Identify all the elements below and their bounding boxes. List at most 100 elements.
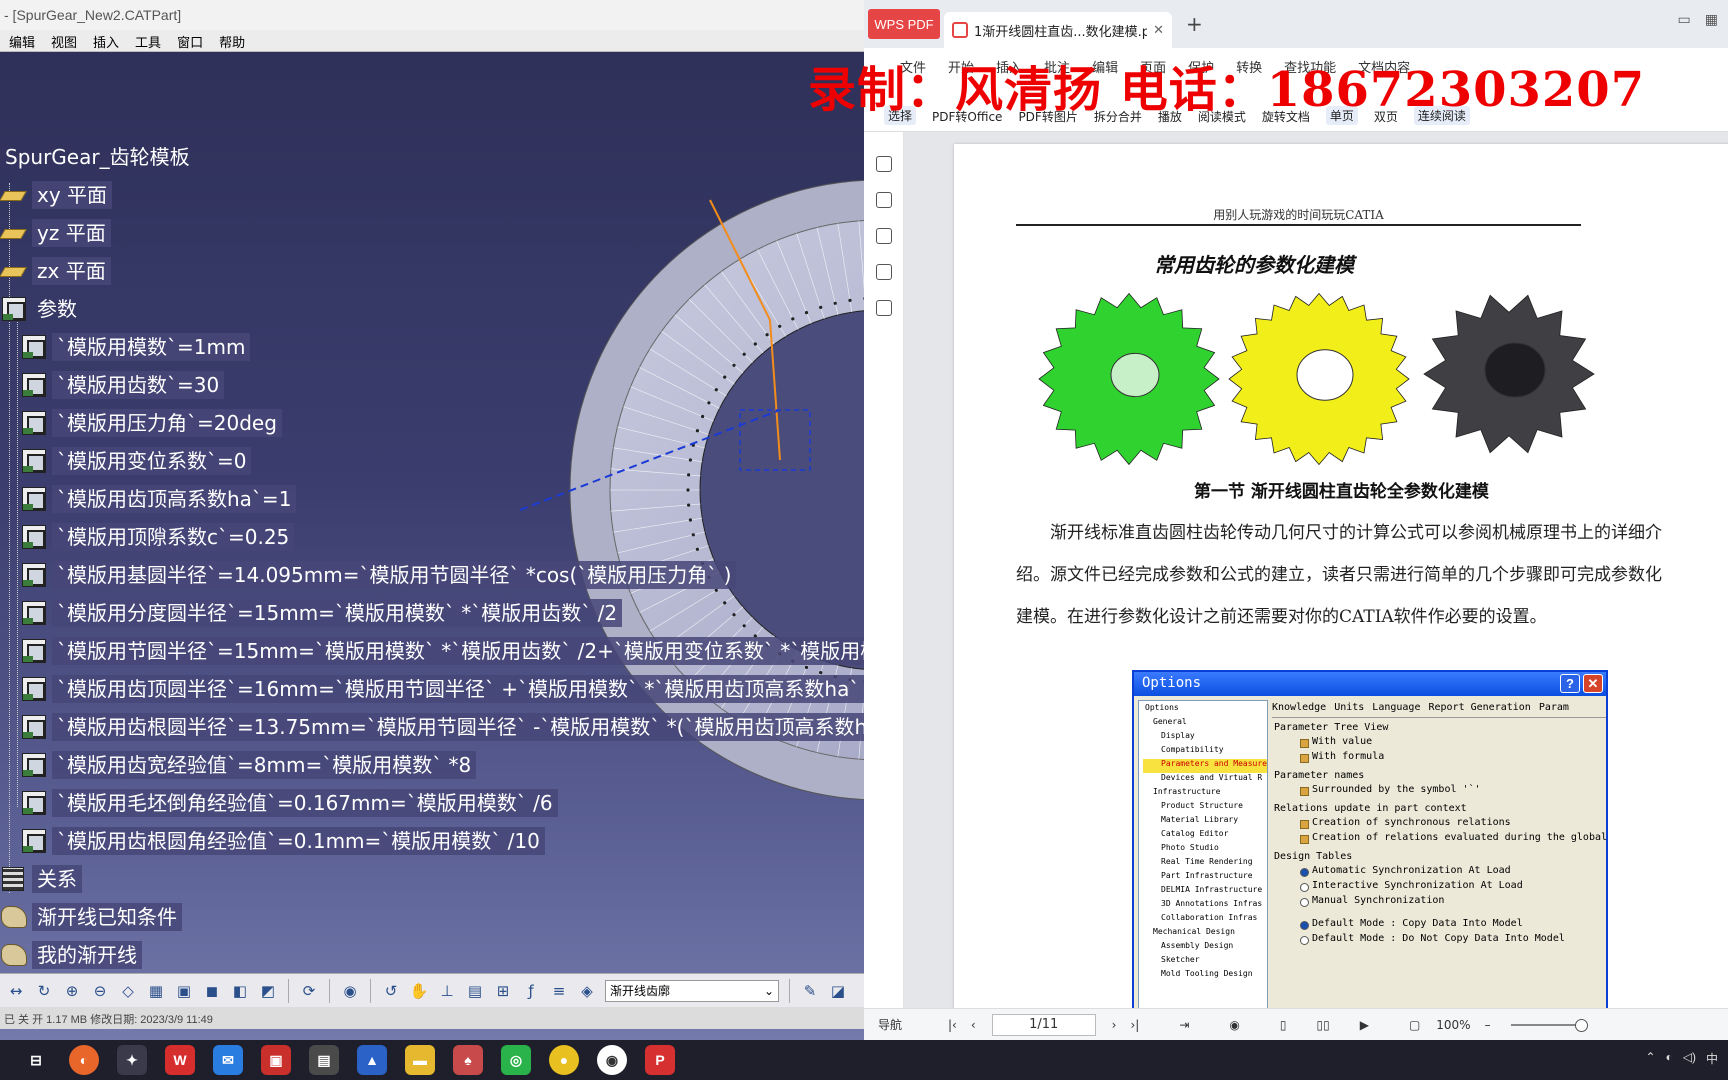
tree-root[interactable]: SpurGear_齿轮模板 [0,141,195,173]
nav-panel-button[interactable]: 导航 [878,1016,902,1033]
param-item[interactable]: `模版用顶隙系数c`=0.25 [20,521,295,553]
catia-icon[interactable]: ✦ [117,1045,147,1075]
tree-node-my-involute[interactable]: 我的渐开线 [0,939,142,971]
rotate-icon[interactable]: ↻ [33,980,55,1002]
mail-icon[interactable]: ✉ [213,1045,243,1075]
tree-node-involute-known[interactable]: 渐开线已知条件 [0,901,182,933]
document-tab[interactable]: 1渐开线圆柱直齿...数化建模.pdf ✕ [944,12,1172,48]
input-method-icon[interactable]: 中 [1706,1050,1718,1067]
tree-node-xy-plane[interactable]: xy 平面 [0,179,113,211]
record-app-icon[interactable]: ◉ [597,1045,627,1075]
normal-view-icon[interactable]: ◇ [117,980,139,1002]
next-page-icon[interactable]: › [1112,1018,1117,1032]
fly-mode-icon[interactable]: ↔ [5,980,27,1002]
red-app-icon[interactable]: ▣ [261,1045,291,1075]
param-item[interactable]: `模版用齿宽经验值`=8mm=`模版用模数` *8 [20,749,477,781]
param-item[interactable]: `模版用齿数`=30 [20,369,225,401]
wps-pdf-taskbar-icon[interactable]: P [645,1045,675,1075]
menu-help[interactable]: 帮助 [219,32,245,51]
grid-icon[interactable]: ▦ [1705,12,1718,28]
attachment-icon[interactable] [876,264,892,280]
design-table-icon[interactable]: ◈ [576,980,598,1002]
chat-app-icon[interactable]: ● [549,1045,579,1075]
options-tab: Knowledge [1272,702,1327,713]
wps-office-icon[interactable]: W [165,1045,195,1075]
zoom-in-icon[interactable]: ⊕ [61,980,83,1002]
chevron-up-icon[interactable]: ⌃ [1645,1050,1655,1067]
analysis-icon[interactable]: ◪ [827,980,849,1002]
last-page-icon[interactable]: ›| [1130,1018,1139,1032]
formula-icon[interactable]: ƒ [520,980,542,1002]
new-tab-button[interactable]: + [1186,12,1203,36]
camera-icon[interactable]: ◉ [339,980,361,1002]
list-icon[interactable]: ≡ [548,980,570,1002]
param-item[interactable]: `模版用基圆半径`=14.095mm=`模版用节圆半径` *cos(`模版用压力… [20,559,737,591]
param-item[interactable]: `模版用节圆半径`=15mm=`模版用模数` *`模版用齿数` /2+`模版用变… [20,635,864,667]
play-icon[interactable]: ▶ [1360,1018,1369,1032]
refresh-icon[interactable]: ↺ [380,980,402,1002]
signature-icon[interactable] [876,300,892,316]
menu-view[interactable]: 视图 [51,32,77,51]
param-item[interactable]: `模版用齿顶圆半径`=16mm=`模版用节圆半径` +`模版用模数` *`模版用… [20,673,864,705]
tree-node-parameters[interactable]: 参数 [0,293,82,325]
options-tree-item: Mold Tooling Design [1161,969,1253,978]
param-item[interactable]: `模版用毛坯倒角经验值`=0.167mm=`模版用模数` /6 [20,787,558,819]
layout-icon[interactable]: ▭ [1678,12,1691,28]
wechat-icon[interactable]: ◎ [501,1045,531,1075]
param-item[interactable]: `模版用变位系数`=0 [20,445,252,477]
zoom-slider[interactable] [1510,1018,1588,1032]
measure-icon[interactable]: ⊞ [492,980,514,1002]
firefox-icon[interactable]: ◐ [69,1045,99,1075]
hide-show-icon[interactable]: ◧ [229,980,251,1002]
document-canvas[interactable]: 用别人玩游戏的时间玩玩CATIA 常用齿轮的参数化建模 第一节 渐开线圆柱直齿轮… [904,132,1728,1008]
menu-edit[interactable]: 编辑 [9,32,35,51]
param-item[interactable]: `模版用齿顶高系数ha`=1 [20,483,297,515]
zoom-out-button[interactable]: – [1485,1018,1491,1032]
fit-page-icon[interactable]: ▢ [1409,1018,1420,1032]
close-tab-icon[interactable]: ✕ [1153,23,1164,38]
param-item[interactable]: `模版用齿根圆角经验值`=0.1mm=`模版用模数` /10 [20,825,545,857]
prev-page-icon[interactable]: ‹ [971,1018,976,1032]
shading-icon[interactable]: ◼ [201,980,223,1002]
gear-3d-view[interactable] [520,180,864,800]
update-icon[interactable]: ⟳ [298,980,320,1002]
cards-app-icon[interactable]: ♠ [453,1045,483,1075]
tree-node-zx-plane[interactable]: zx 平面 [0,255,111,287]
param-item[interactable]: `模版用压力角`=20deg [20,407,282,439]
zoom-out-icon[interactable]: ⊖ [89,980,111,1002]
sketch-icon[interactable]: ✎ [799,980,821,1002]
fit-width-icon[interactable]: ⇥ [1179,1018,1189,1032]
tree-node-relations[interactable]: 关系 [0,863,82,895]
network-icon[interactable]: ◐ [1666,1050,1673,1067]
tree-node-yz-plane[interactable]: yz 平面 [0,217,111,249]
axis-icon[interactable]: ⊥ [436,980,458,1002]
menu-window[interactable]: 窗口 [177,32,203,51]
media-icon[interactable]: ▤ [309,1045,339,1075]
pan-hand-icon[interactable]: ✋ [408,980,430,1002]
page-number-input[interactable]: 1/11 [991,1013,1096,1036]
double-page-view-icon[interactable]: ▯▯ [1316,1018,1329,1032]
catia-status-bar: 已 关 开 1.17 MB 修改日期: 2023/3/9 11:49 [0,1007,864,1029]
folder-icon[interactable]: ▬ [405,1045,435,1075]
photo-app-icon[interactable]: ▲ [357,1045,387,1075]
binary-icon[interactable]: ▤ [464,980,486,1002]
volume-icon[interactable]: ◁) [1683,1050,1696,1067]
wps-brand-tab[interactable]: WPS PDF [868,9,940,39]
eye-icon[interactable]: ◉ [1229,1018,1239,1032]
first-page-icon[interactable]: |‹ [948,1018,957,1032]
bookmark-icon[interactable] [876,156,892,172]
swap-space-icon[interactable]: ◩ [257,980,279,1002]
menu-tools[interactable]: 工具 [135,32,161,51]
multi-view-icon[interactable]: ▦ [145,980,167,1002]
zoom-level[interactable]: 100% [1436,1018,1470,1032]
single-page-view-icon[interactable]: ▯ [1280,1018,1287,1032]
iso-view-icon[interactable]: ▣ [173,980,195,1002]
param-item[interactable]: `模版用齿根圆半径`=13.75mm=`模版用节圆半径` -`模版用模数` *(… [20,711,864,743]
menu-insert[interactable]: 插入 [93,32,119,51]
task-view-icon[interactable]: ⊟ [21,1045,51,1075]
param-item[interactable]: `模版用模数`=1mm [20,331,251,363]
thumbnail-icon[interactable] [876,192,892,208]
current-body-combo[interactable]: 渐开线齿廓 ⌄ [605,979,779,1002]
comment-icon[interactable] [876,228,892,244]
param-item[interactable]: `模版用分度圆半径`=15mm=`模版用模数` *`模版用齿数` /2 [20,597,623,629]
